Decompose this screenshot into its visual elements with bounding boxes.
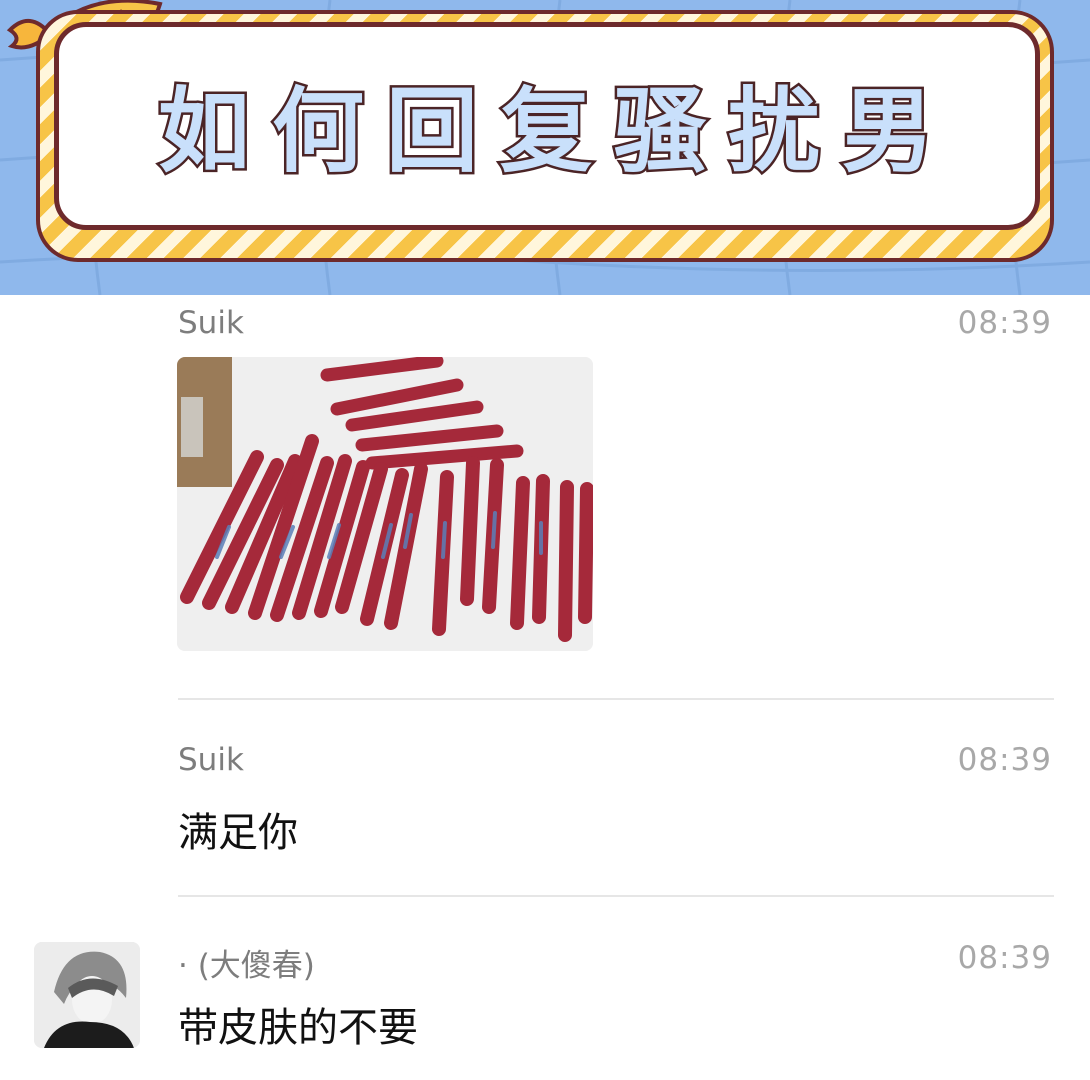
avatar-image bbox=[34, 942, 140, 1048]
sender-name: Suik bbox=[178, 305, 244, 341]
message-time: 08:39 bbox=[957, 940, 1052, 976]
sausages-image bbox=[177, 357, 593, 651]
message-time: 08:39 bbox=[957, 742, 1052, 778]
banner-title: 如何回复骚扰男 bbox=[155, 75, 956, 187]
sender-name: Suik bbox=[178, 742, 244, 778]
message-text[interactable]: 带皮肤的不要 bbox=[178, 995, 418, 1053]
photo-of-sausages[interactable] bbox=[177, 357, 593, 651]
user-avatar[interactable] bbox=[34, 942, 140, 1048]
title-card: 如何回复骚扰男 bbox=[36, 10, 1054, 262]
title-card-inner: 如何回复骚扰男 bbox=[54, 22, 1040, 230]
message-time: 08:39 bbox=[957, 305, 1052, 341]
message-divider bbox=[178, 698, 1054, 700]
message-divider bbox=[178, 895, 1054, 897]
chat-screen: 如何回复骚扰男 Suik 08:39 Suik 08:39 满足你 · (大傻春… bbox=[0, 0, 1090, 1080]
title-banner: 如何回复骚扰男 bbox=[0, 0, 1090, 295]
sender-name: · (大傻春) bbox=[178, 948, 315, 984]
message-text[interactable]: 满足你 bbox=[178, 800, 298, 858]
